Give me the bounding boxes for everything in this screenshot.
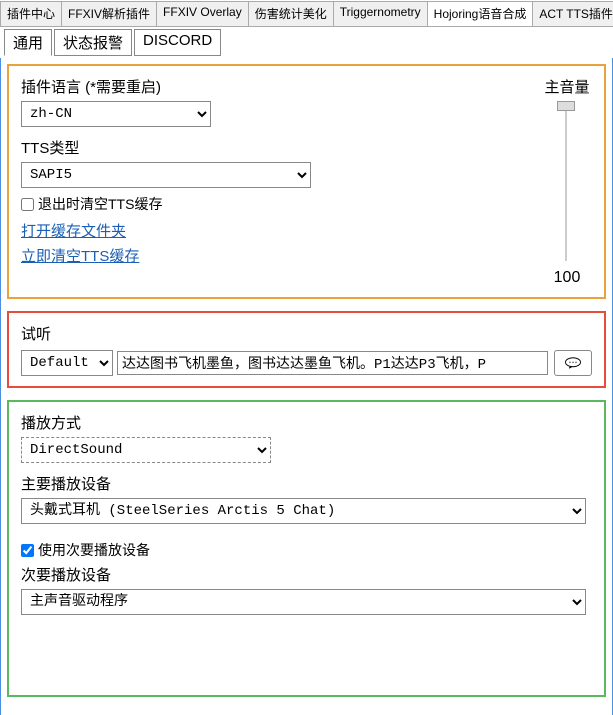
- preview-play-button[interactable]: [554, 350, 592, 376]
- plugin-language-label: 插件语言 (*需要重启): [21, 76, 311, 97]
- sub-tab-2[interactable]: DISCORD: [134, 29, 221, 56]
- top-tabs: 插件中心FFXIV解析插件FFXIV Overlay伤害统计美化Triggern…: [0, 0, 613, 27]
- clear-cache-checkbox[interactable]: [21, 198, 34, 211]
- use-sub-device-label: 使用次要播放设备: [38, 540, 150, 560]
- sub-tabs: 通用状态报警DISCORD: [0, 27, 613, 58]
- top-tab-5[interactable]: Hojoring语音合成: [427, 1, 534, 27]
- plugin-language-select[interactable]: zh-CN: [21, 101, 211, 127]
- master-volume-value: 100: [542, 269, 592, 287]
- use-sub-device-checkbox[interactable]: [21, 544, 34, 557]
- top-tab-2[interactable]: FFXIV Overlay: [156, 1, 249, 27]
- preview-panel: 试听 Default: [7, 311, 606, 388]
- clear-cache-label: 退出时清空TTS缓存: [38, 194, 162, 214]
- main-device-label: 主要播放设备: [21, 473, 592, 494]
- general-settings-panel: 插件语言 (*需要重启) zh-CN TTS类型 SAPI5 退出时清空TTS缓…: [7, 64, 606, 299]
- slider-thumb[interactable]: [557, 101, 575, 111]
- preview-text-input[interactable]: [117, 351, 548, 375]
- clear-cache-now-link[interactable]: 立即清空TTS缓存: [21, 245, 311, 266]
- open-cache-folder-link[interactable]: 打开缓存文件夹: [21, 220, 311, 241]
- play-mode-select[interactable]: DirectSound: [21, 437, 271, 463]
- sub-tab-0[interactable]: 通用: [4, 29, 52, 56]
- tts-type-select[interactable]: SAPI5: [21, 162, 311, 188]
- top-tab-0[interactable]: 插件中心: [0, 1, 62, 27]
- preview-label: 试听: [21, 323, 592, 344]
- sub-device-select[interactable]: 主声音驱动程序: [21, 589, 586, 615]
- tts-type-label: TTS类型: [21, 137, 311, 158]
- sub-device-label: 次要播放设备: [21, 564, 592, 585]
- master-volume-label: 主音量: [542, 76, 592, 97]
- top-tab-1[interactable]: FFXIV解析插件: [61, 1, 157, 27]
- preview-voice-select[interactable]: Default: [21, 350, 113, 376]
- top-tab-6[interactable]: ACT TTS插件: [532, 1, 613, 27]
- master-volume-slider[interactable]: [555, 101, 579, 261]
- top-tab-4[interactable]: Triggernometry: [333, 1, 428, 27]
- top-tab-3[interactable]: 伤害统计美化: [248, 1, 334, 27]
- main-device-select[interactable]: 头戴式耳机 (SteelSeries Arctis 5 Chat): [21, 498, 586, 524]
- play-mode-label: 播放方式: [21, 412, 592, 433]
- playback-panel: 播放方式 DirectSound 主要播放设备 头戴式耳机 (SteelSeri…: [7, 400, 606, 697]
- sub-tab-1[interactable]: 状态报警: [54, 29, 132, 56]
- speech-bubble-icon: [564, 356, 582, 370]
